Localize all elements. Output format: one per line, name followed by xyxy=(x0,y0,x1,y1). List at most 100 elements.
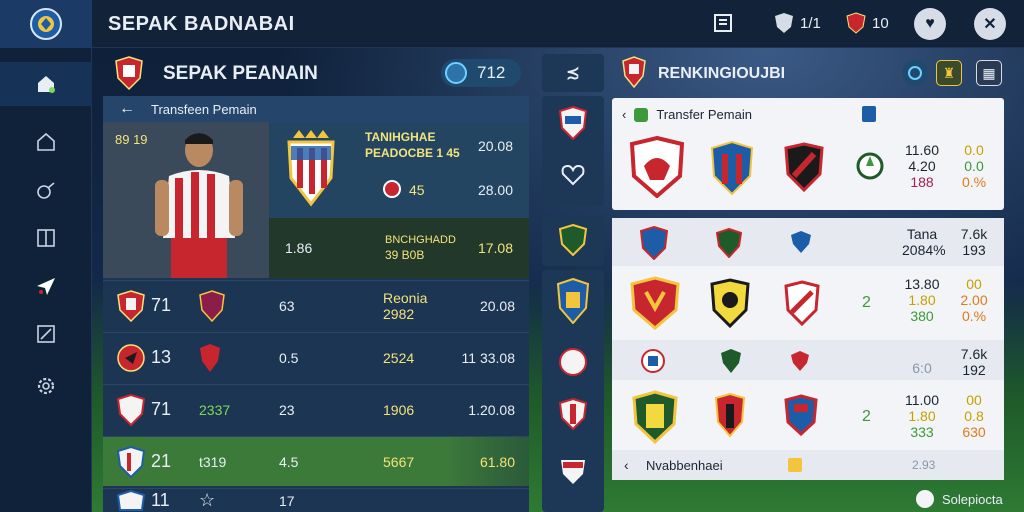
club-badge-icon[interactable] xyxy=(856,146,884,186)
row4-stat-a2: 1.80 xyxy=(908,408,936,424)
transfer-bar: ← Transfeen Pemain xyxy=(103,96,529,122)
board-icon xyxy=(37,229,55,247)
card1-stat-a1: 11.60 xyxy=(905,142,939,158)
row-mid: 4.5 xyxy=(279,453,299,470)
close-button[interactable]: ✕ xyxy=(974,8,1006,40)
table-row[interactable]: 71 2337 23 1906 1.20.08 xyxy=(103,384,529,434)
transfer-label: Transfeen Pemain xyxy=(151,101,257,117)
coin-icon xyxy=(908,66,922,80)
star-icon[interactable]: ☆ xyxy=(199,490,215,511)
table-row[interactable]: 13 0.5 2524 11 33.08 xyxy=(103,332,529,382)
sidebar-item-board[interactable] xyxy=(0,216,92,260)
club-badge-icon xyxy=(117,393,145,426)
book-stat[interactable] xyxy=(712,12,734,34)
club-badge-icon[interactable] xyxy=(559,398,587,430)
row-number: 11 xyxy=(151,490,170,510)
club-badge-icon[interactable] xyxy=(790,230,812,254)
club-badge-icon[interactable] xyxy=(640,348,666,374)
row2-stat-a3: 380 xyxy=(910,308,934,324)
chevron-left-icon[interactable]: ‹ xyxy=(624,457,629,473)
row4-stat-a3: 333 xyxy=(910,424,934,440)
crest-logo-icon xyxy=(30,8,62,40)
club-badge-icon xyxy=(559,224,587,256)
table-row[interactable]: 11 ☆ 17 xyxy=(103,488,529,512)
ranking-title: RENKINGIOUJBI xyxy=(658,65,786,82)
coin-button[interactable] xyxy=(902,60,928,86)
row-number: 71 xyxy=(151,399,172,419)
row-mid: 23 xyxy=(279,401,295,418)
top-bar: SEPAK BADNABAI 1/1 10 ♥ ✕ xyxy=(0,0,1024,48)
club-badge-icon xyxy=(784,394,818,436)
left-panel-header: SEPAK PEANAIN 712 xyxy=(103,52,529,94)
card1-stat-b3: 0.% xyxy=(961,174,987,190)
player-value-3: 17.08 xyxy=(477,240,513,256)
club-badge-icon[interactable] xyxy=(790,350,810,372)
coin-balance[interactable]: 712 xyxy=(441,59,521,87)
chevron-left-icon[interactable]: ‹ xyxy=(622,107,626,122)
shield-stat[interactable]: 1/1 xyxy=(774,12,821,34)
trophy-icon: ♜ xyxy=(942,64,956,81)
table-row[interactable]: 71 63 Reonia 2982 20.08 xyxy=(103,280,529,330)
row-name: 5667 xyxy=(383,453,415,470)
player-card[interactable]: 89 19 xyxy=(103,122,269,278)
row-value: 11 33.08 xyxy=(461,349,515,366)
back-arrow-icon[interactable]: ← xyxy=(119,100,135,118)
rank-head2-right2: 192 xyxy=(962,362,986,378)
gallery-button[interactable]: ▦ xyxy=(976,60,1002,86)
player-value-1: 20.08 xyxy=(477,138,513,154)
club-filter-icon[interactable] xyxy=(559,106,587,140)
club-crest-icon xyxy=(115,56,143,90)
club-badge-icon xyxy=(117,343,145,372)
ranking-row[interactable]: 2 13.80 1.80 380 00 2.00 0.% xyxy=(612,268,1004,336)
club-stat[interactable]: 10 xyxy=(846,12,889,34)
tactics-icon xyxy=(37,325,55,343)
document-icon xyxy=(862,106,876,122)
club-badge-icon[interactable] xyxy=(559,346,587,378)
footer-badge-icon xyxy=(788,458,802,472)
sidebar-item-settings[interactable] xyxy=(0,364,92,408)
club-badge-icon[interactable] xyxy=(720,348,742,374)
heart-icon xyxy=(916,490,934,508)
heart-shield-icon[interactable] xyxy=(559,160,587,188)
rank-head2-left: 6:0 xyxy=(912,360,932,376)
club-badge-icon[interactable] xyxy=(710,140,754,196)
favorite-button[interactable]: ♥ xyxy=(914,8,946,40)
trophy-button[interactable]: ♜ xyxy=(936,60,962,86)
ranking-footer: ‹ Nvabbenhaei 2.93 xyxy=(612,450,1004,480)
send-icon xyxy=(37,278,55,295)
sidebar-item-train[interactable] xyxy=(0,168,92,212)
sidebar-item-tactics[interactable] xyxy=(0,312,92,356)
shield-stat-value: 1/1 xyxy=(800,14,821,32)
club-badge-icon[interactable] xyxy=(716,228,742,258)
row-extra: t319 xyxy=(199,453,227,470)
transfer-card: ‹ Transfer Pemain 11.60 4.20 188 0.0 0.0… xyxy=(612,98,1004,210)
whistle-icon xyxy=(37,182,55,199)
player-portrait xyxy=(155,133,243,278)
sidebar-item-transfer[interactable] xyxy=(0,264,92,308)
player-stat-b: 1.86 xyxy=(285,240,313,256)
club-badge-icon[interactable] xyxy=(559,458,587,486)
club-badge-icon[interactable] xyxy=(784,142,824,192)
ranking-row[interactable]: 2 11.00 1.80 333 00 0.8 630 xyxy=(612,382,1004,448)
club-filter-item[interactable] xyxy=(542,216,604,266)
sidebar-item-home[interactable] xyxy=(0,120,92,164)
club-badge-icon xyxy=(784,280,820,326)
gear-icon xyxy=(37,377,55,395)
club-badge-icon[interactable] xyxy=(640,226,668,260)
coin-value: 712 xyxy=(477,63,506,82)
club-badge-icon[interactable] xyxy=(557,278,589,324)
sidebar-item-club[interactable] xyxy=(0,62,92,106)
row-value: 61.80 xyxy=(479,453,515,470)
table-row-selected[interactable]: 21 t319 4.5 5667 61.80 xyxy=(103,436,529,486)
bottom-hint[interactable]: Solepiocta xyxy=(916,490,1003,508)
right-panel-header: RENKINGIOUJBI ♜ ▦ xyxy=(612,52,1004,94)
card1-stat-a2: 4.20 xyxy=(908,158,936,174)
heart-icon: ♥ xyxy=(925,15,935,32)
rank-head2-right: 7.6k xyxy=(960,346,988,362)
row4-stat-b3: 630 xyxy=(962,424,986,440)
club-badge-icon xyxy=(630,276,680,330)
filter-header[interactable]: ≾ xyxy=(542,54,604,92)
club-badge-icon xyxy=(117,289,145,322)
club-badge-icon[interactable] xyxy=(630,136,684,198)
app-logo[interactable] xyxy=(0,0,92,48)
